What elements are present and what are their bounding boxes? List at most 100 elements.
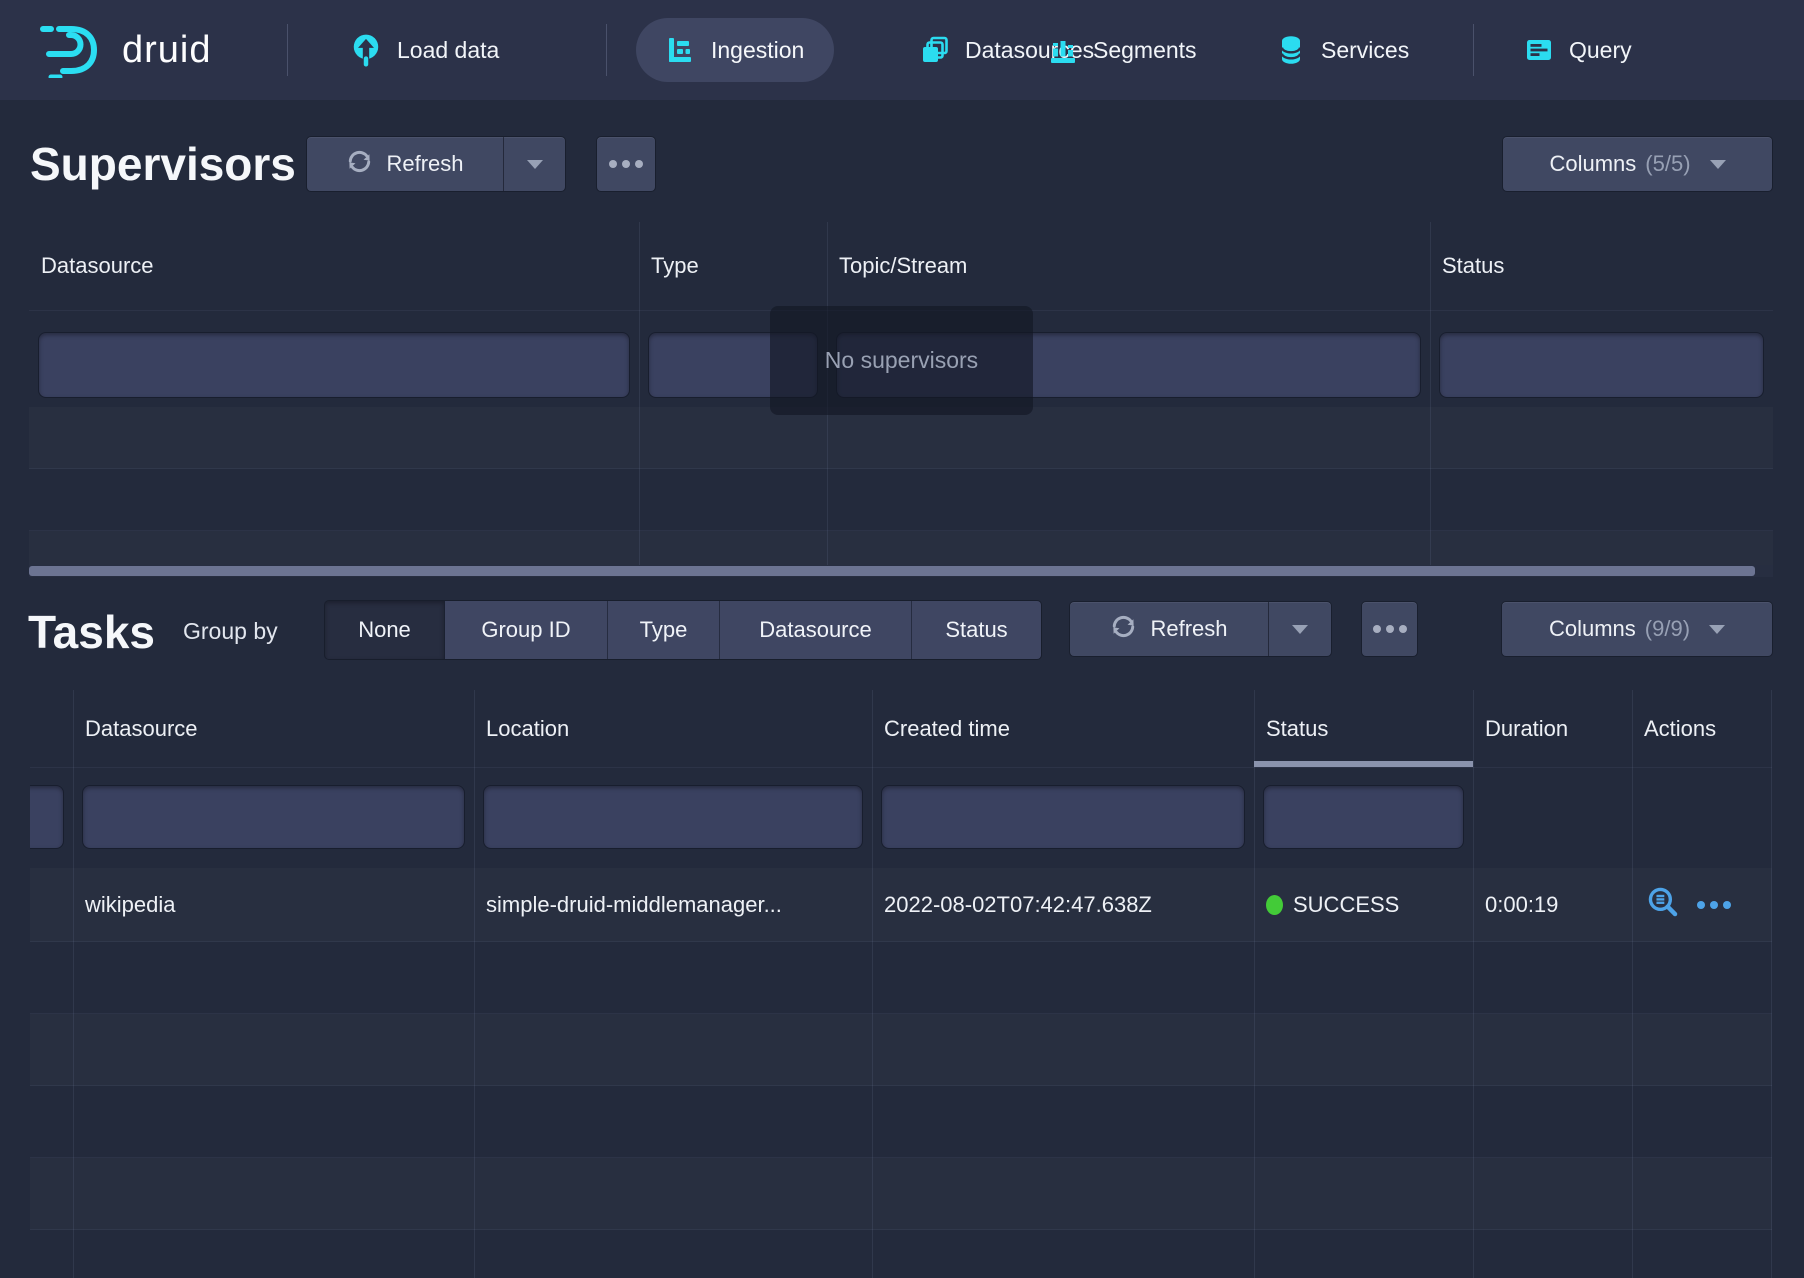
supervisors-header-type[interactable]: Type xyxy=(639,253,827,279)
columns-count: (9/9) xyxy=(1645,616,1690,642)
tasks-more-button[interactable] xyxy=(1362,602,1417,656)
column-divider xyxy=(474,690,475,1278)
column-divider xyxy=(1632,690,1633,1278)
group-by-datasource-button[interactable]: Datasource xyxy=(720,601,912,659)
table-row xyxy=(30,942,1772,1014)
table-row xyxy=(29,531,1773,567)
refresh-icon xyxy=(1110,613,1137,646)
supervisors-datasource-filter-input[interactable] xyxy=(39,333,629,397)
chevron-down-icon xyxy=(1710,160,1726,169)
druid-logo-icon xyxy=(38,22,104,78)
supervisors-status-filter-input[interactable] xyxy=(1440,333,1763,397)
tasks-columns-button[interactable]: Columns (9/9) xyxy=(1502,602,1772,656)
column-divider xyxy=(1771,690,1772,1278)
brand-word: druid xyxy=(122,29,212,72)
more-icon xyxy=(609,160,643,168)
columns-count: (5/5) xyxy=(1645,151,1690,177)
task-status-cell: SUCCESS xyxy=(1254,892,1473,918)
tasks-status-filter-input[interactable] xyxy=(1264,786,1463,848)
group-by-status-button[interactable]: Status xyxy=(912,601,1041,659)
status-text: SUCCESS xyxy=(1293,892,1399,918)
group-by-segmented-control: None Group ID Type Datasource Status xyxy=(325,601,1041,659)
tasks-refresh-button[interactable]: Refresh xyxy=(1070,602,1331,656)
supervisors-title: Supervisors xyxy=(30,141,296,187)
supervisors-more-button[interactable] xyxy=(597,137,655,191)
top-nav-bar: druid Load data Ingestion xyxy=(0,0,1804,100)
nav-item-load-data[interactable]: Load data xyxy=(350,0,499,100)
table-row xyxy=(30,1086,1772,1158)
status-success-dot-icon xyxy=(1266,895,1283,915)
empty-message: No supervisors xyxy=(825,347,978,374)
group-by-type-button[interactable]: Type xyxy=(608,601,720,659)
nav-divider xyxy=(606,24,607,76)
tasks-header-created-time[interactable]: Created time xyxy=(872,716,1254,742)
nav-item-segments[interactable]: Segments xyxy=(1048,0,1197,100)
supervisors-columns-button[interactable]: Columns (5/5) xyxy=(1503,137,1772,191)
more-icon xyxy=(1373,625,1407,633)
task-created-time-cell: 2022-08-02T07:42:47.638Z xyxy=(872,892,1254,918)
supervisors-header-datasource[interactable]: Datasource xyxy=(29,253,639,279)
services-icon xyxy=(1276,34,1306,66)
table-row xyxy=(29,407,1773,469)
task-location-cell: simple-druid-middlemanager... xyxy=(474,892,872,918)
supervisors-header-status[interactable]: Status xyxy=(1430,253,1773,279)
group-by-label: Group by xyxy=(183,618,278,645)
query-icon xyxy=(1524,35,1554,65)
column-divider xyxy=(73,690,74,1278)
column-divider xyxy=(872,690,873,1278)
segments-icon xyxy=(1048,35,1078,65)
table-row xyxy=(30,1014,1772,1086)
nav-item-query[interactable]: Query xyxy=(1524,0,1632,100)
supervisors-refresh-caret-button[interactable] xyxy=(504,137,565,191)
tasks-header-location[interactable]: Location xyxy=(474,716,872,742)
task-datasource-cell: wikipedia xyxy=(73,892,474,918)
nav-label: Load data xyxy=(397,37,499,64)
supervisors-header-topic-stream[interactable]: Topic/Stream xyxy=(827,253,1430,279)
tasks-refresh-caret-button[interactable] xyxy=(1269,602,1331,656)
horizontal-scrollbar xyxy=(29,565,1773,577)
columns-label: Columns xyxy=(1549,616,1636,642)
chevron-down-icon xyxy=(527,160,543,169)
tasks-header-actions[interactable]: Actions xyxy=(1632,716,1772,742)
nav-label: Segments xyxy=(1093,37,1197,64)
nav-item-ingestion[interactable]: Ingestion xyxy=(636,18,834,82)
refresh-label: Refresh xyxy=(386,151,463,177)
column-divider xyxy=(1254,690,1255,1278)
chevron-down-icon xyxy=(1709,625,1725,634)
task-row-wikipedia[interactable]: wikipedia simple-druid-middlemanager... … xyxy=(30,868,1772,942)
nav-label: Query xyxy=(1569,37,1632,64)
tasks-created-time-filter-input[interactable] xyxy=(882,786,1244,848)
nav-divider xyxy=(1473,24,1474,76)
tasks-table: Datasource Location Created time Status … xyxy=(30,690,1772,1278)
nav-divider xyxy=(287,24,288,76)
task-actions-cell xyxy=(1632,885,1772,925)
group-by-none-button[interactable]: None xyxy=(325,601,445,659)
column-divider xyxy=(1473,690,1474,1278)
table-row xyxy=(30,1230,1772,1278)
task-more-actions-icon[interactable] xyxy=(1697,901,1731,909)
chevron-down-icon xyxy=(1292,625,1308,634)
nav-label: Services xyxy=(1321,37,1409,64)
datasources-icon xyxy=(920,35,950,65)
nav-label: Ingestion xyxy=(711,37,804,64)
tasks-header-duration[interactable]: Duration xyxy=(1473,716,1632,742)
supervisors-refresh-button[interactable]: Refresh xyxy=(307,137,565,191)
horizontal-scrollbar-thumb[interactable] xyxy=(29,566,1755,576)
nav-item-services[interactable]: Services xyxy=(1276,0,1409,100)
group-by-group-id-button[interactable]: Group ID xyxy=(445,601,608,659)
refresh-icon xyxy=(346,148,373,181)
druid-brand[interactable]: druid xyxy=(38,0,212,100)
ingestion-icon xyxy=(666,35,696,65)
view-logs-magnifier-icon[interactable] xyxy=(1646,885,1680,925)
refresh-label: Refresh xyxy=(1150,616,1227,642)
tasks-header-datasource[interactable]: Datasource xyxy=(73,716,474,742)
tasks-datasource-filter-input[interactable] xyxy=(83,786,464,848)
tasks-header-status-sorted[interactable]: Status xyxy=(1254,690,1473,767)
table-row xyxy=(29,469,1773,531)
table-row xyxy=(30,1158,1772,1230)
upload-icon xyxy=(350,33,382,67)
supervisors-empty-state: No supervisors xyxy=(770,306,1033,415)
tasks-hidden-column-filter-input[interactable] xyxy=(30,786,63,848)
tasks-location-filter-input[interactable] xyxy=(484,786,862,848)
columns-label: Columns xyxy=(1549,151,1636,177)
